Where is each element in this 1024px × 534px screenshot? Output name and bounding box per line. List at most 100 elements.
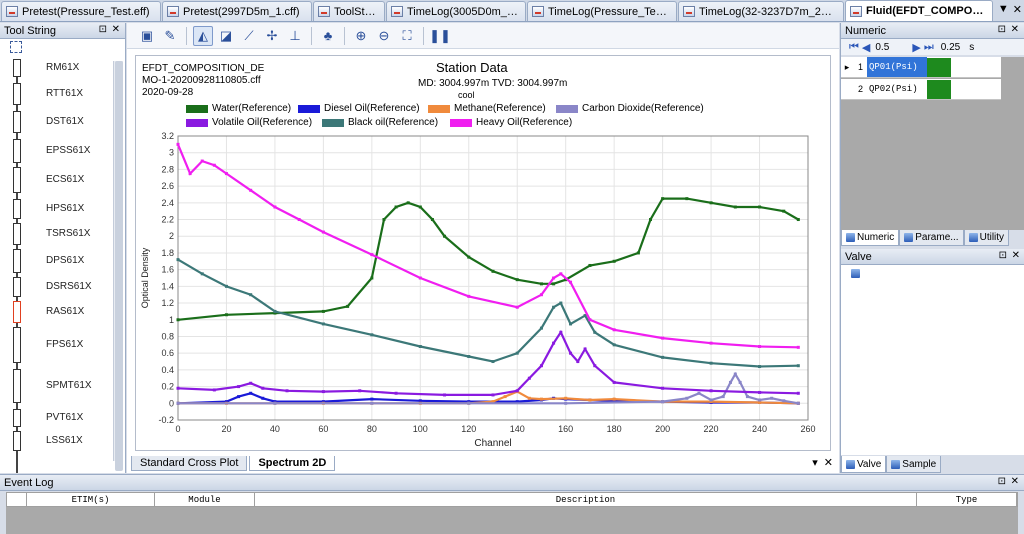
next-icon[interactable]: ▶ [912,41,920,54]
tool-segment[interactable] [13,199,21,219]
close-icon[interactable]: ✕ [1011,476,1019,487]
view-tab-standard-cross-plot[interactable]: Standard Cross Plot [131,456,248,471]
edit-icon[interactable]: ✎ [160,26,180,46]
column-header-description[interactable]: Description [255,493,917,506]
tool-segment[interactable] [13,139,21,163]
column-header-etim-s[interactable]: ETIM(s) [27,493,155,506]
tool-label-dps61x[interactable]: DPS61X [46,255,84,266]
zoom-fit-icon[interactable] [10,41,22,53]
tool-label-dsrs61x[interactable]: DSRS61X [46,281,92,292]
doc-tab-toolstring[interactable]: ToolString [313,1,385,21]
tree-icon[interactable]: ♣ [318,26,338,46]
pin-icon[interactable]: ⊡ [99,24,107,35]
pin-icon[interactable]: ⊡ [998,476,1006,487]
tool-string-scrollbar[interactable] [113,61,123,471]
first-icon[interactable]: ⏮ [849,41,859,54]
pause-icon[interactable]: ❚❚ [429,26,451,46]
data-point [394,205,398,209]
row-channel-name[interactable]: QP01(Psi) [867,57,927,77]
data-point [661,400,665,404]
line-chart-icon[interactable]: ⟋ [239,26,259,46]
side-tab-parame[interactable]: Parame... [899,230,964,246]
y-tick-label: 1.6 [161,265,174,275]
tool-segment[interactable] [13,327,21,363]
tool-segment[interactable] [13,277,21,297]
side-tab-utility[interactable]: Utility [963,230,1010,246]
view-close-icon[interactable]: ✕ [824,456,833,469]
tool-label-spmt61x[interactable]: SPMT61X [46,380,92,391]
data-point [430,218,434,222]
legend-item-methane-reference: Methane(Reference) [428,103,546,114]
valve-tab-sample[interactable]: Sample [886,456,942,473]
tool-label-fps61x[interactable]: FPS61X [46,339,83,350]
close-icon[interactable]: ✕ [1012,250,1020,261]
tool-label-ecs61x[interactable]: ECS61X [46,174,84,185]
tool-segment[interactable] [13,111,21,133]
zoom-fit-icon[interactable]: ⛶ [397,26,417,46]
data-point [636,251,640,255]
tool-label-rm61x[interactable]: RM61X [46,62,79,73]
tool-segment[interactable] [13,59,21,77]
valve-tab-valve[interactable]: Valve [841,456,887,473]
tool-label-tsrs61x[interactable]: TSRS61X [46,228,90,239]
tool-label-epss61x[interactable]: EPSS61X [46,145,90,156]
tool-label-rtt61x[interactable]: RTT61X [46,88,83,99]
y-tick-label: 0 [169,398,174,408]
step-unit: s [969,41,975,53]
data-point [273,401,277,405]
tool-segment[interactable] [13,83,21,105]
close-icon[interactable]: ✕ [1011,24,1019,35]
doc-tab-timelog-pressure-test-eff[interactable]: TimeLog(Pressure_Test.eff) [527,1,677,21]
previous-icon[interactable]: ◀ [862,41,870,54]
data-point [212,163,216,167]
view-tab-spectrum-2d[interactable]: Spectrum 2D [249,456,336,471]
close-document-icon[interactable]: ✕ [1013,3,1022,16]
tool-segment[interactable] [13,249,21,273]
zoom-in-icon[interactable]: ⊕ [351,26,371,46]
axis-icon[interactable]: ⊥ [285,26,305,46]
numeric-row[interactable]: ▸ 1 QP01(Psi) [841,57,1001,78]
doc-tab-timelog-3005d0m-1-cff[interactable]: TimeLog(3005D0m_1.cff) [386,1,526,21]
nav-value[interactable]: 0.5 [873,42,909,53]
tool-segment[interactable] [13,431,21,451]
chart-frame: -0.2 0 0.2 0.4 0.6 0.8 1 1.2 1.4 1.6 1.8 2 2.2 2.4 2.6… [135,55,831,451]
step-value[interactable]: 0.25 [937,42,960,53]
tool-segment[interactable] [13,167,21,193]
data-point [612,343,616,347]
tool-label-ras61x[interactable]: RAS61X [46,306,84,317]
pin-icon[interactable]: ⊡ [998,24,1006,35]
doc-tab-fluid-efdt-compositio[interactable]: Fluid(EFDT_COMPOSITIO... [845,0,993,21]
event-log-header: ETIM(s) Module Description Type [6,492,1018,507]
side-tab-numeric[interactable]: Numeric [841,230,900,246]
tool-segment[interactable] [13,301,21,323]
area-chart-icon[interactable]: ◪ [216,26,236,46]
doc-tab-pretest-2997d5m-1-cff[interactable]: Pretest(2997D5m_1.cff) [162,1,312,21]
tool-label-hps61x[interactable]: HPS61X [46,203,84,214]
spectrum-chart-icon[interactable]: ◭ [193,25,213,46]
legend-swatch [556,104,578,113]
data-point [612,328,616,332]
pin-icon[interactable]: ⊡ [999,250,1007,261]
save-icon[interactable]: ▣ [137,26,157,46]
tool-label-dst61x[interactable]: DST61X [46,116,84,127]
column-header-type[interactable]: Type [917,493,1017,506]
tool-label-lss61x[interactable]: LSS61X [46,435,83,446]
row-channel-name[interactable]: QP02(Psi) [867,79,927,99]
doc-tab-pretest-pressure-test-eff[interactable]: Pretest(Pressure_Test.eff) [1,1,161,21]
tool-segment[interactable] [13,369,21,403]
zoom-out-icon[interactable]: ⊖ [374,26,394,46]
close-icon[interactable]: ✕ [112,24,120,35]
tool-label-pvt61x[interactable]: PVT61X [46,412,83,423]
column-header-module[interactable]: Module [155,493,255,506]
cross-plot-icon[interactable]: ✢ [262,26,282,46]
tool-segment[interactable] [13,409,21,427]
last-icon[interactable]: ⏭ [924,41,934,54]
tool-segment[interactable] [13,223,21,245]
doc-tab-timelog-32-3237d7m-2-n[interactable]: TimeLog(32-3237D7m_2_n... [678,1,844,21]
data-point [249,391,253,395]
tab-list-dropdown-icon[interactable]: ▼ [998,3,1009,16]
numeric-row[interactable]: 2 QP02(Psi) [841,79,1001,100]
valve-view-icon[interactable] [851,268,860,278]
view-dropdown-icon[interactable]: ▾ [812,456,818,469]
data-point [733,372,737,376]
